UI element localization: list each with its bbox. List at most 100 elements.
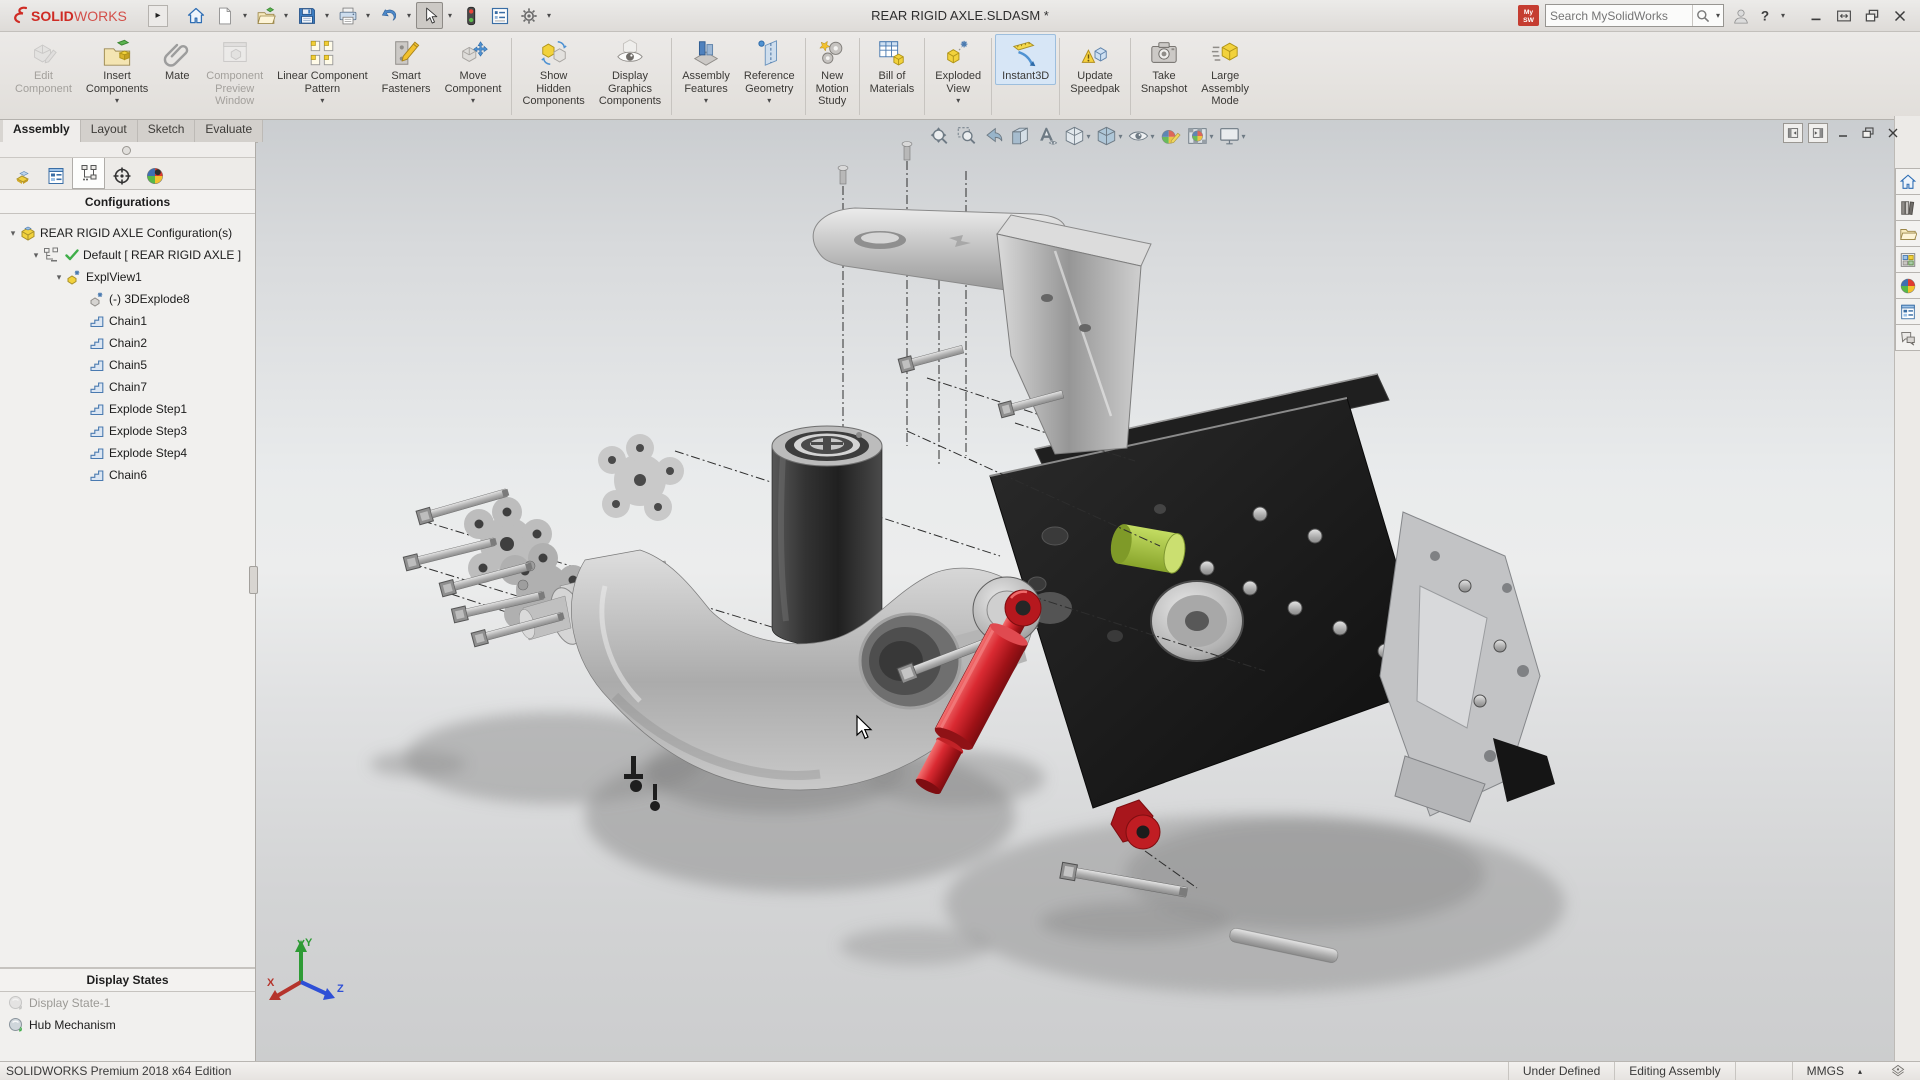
assembly-features-button-dropdown[interactable]: ▾ xyxy=(704,97,708,105)
search-dropdown[interactable]: ▾ xyxy=(1713,11,1723,20)
tree-item-rear-rigid-axle-configuration-s[interactable]: ▾REAR RIGID AXLE Configuration(s) xyxy=(0,222,255,244)
featuremanager-tab[interactable] xyxy=(6,162,39,189)
bill-of-materials-button[interactable]: Bill ofMaterials xyxy=(863,34,922,97)
dynamic-annotation-views-button[interactable] xyxy=(1036,125,1058,147)
smart-fasteners-button[interactable]: SmartFasteners xyxy=(375,34,438,97)
view-orientation-button-dropdown[interactable]: ▾ xyxy=(1086,132,1090,141)
new-motion-study-button[interactable]: NewMotionStudy xyxy=(809,34,856,110)
exploded-view-button[interactable]: ExplodedView▾ xyxy=(928,34,988,107)
forum-tab[interactable] xyxy=(1895,324,1920,351)
options-list-button[interactable] xyxy=(486,2,513,29)
reference-geometry-button[interactable]: ReferenceGeometry▾ xyxy=(737,34,802,107)
display-style-button[interactable]: ▾ xyxy=(1095,125,1122,147)
configurationmanager-tab[interactable] xyxy=(72,157,105,189)
tree-expander[interactable]: ▾ xyxy=(53,272,65,283)
linear-component-pattern-button[interactable]: Linear ComponentPattern▾ xyxy=(270,34,375,107)
insert-components-button-dropdown[interactable]: ▾ xyxy=(115,97,119,105)
panel-resize-grip[interactable] xyxy=(249,566,258,594)
reference-geometry-button-dropdown[interactable]: ▾ xyxy=(767,97,771,105)
display-style-button-dropdown[interactable]: ▾ xyxy=(1118,132,1122,141)
tree-item-chain7[interactable]: Chain7 xyxy=(0,376,255,398)
close-button[interactable] xyxy=(1888,4,1912,28)
open-dropdown[interactable]: ▾ xyxy=(281,11,291,20)
assembly-features-button[interactable]: AssemblyFeatures▾ xyxy=(675,34,737,107)
edit-appearance-button[interactable] xyxy=(1160,125,1182,147)
graphics-area[interactable]: ▾▾▾▾▾ X Y Z xyxy=(255,116,1895,1062)
select-cursor-button[interactable] xyxy=(416,2,443,29)
minimize-button[interactable] xyxy=(1804,4,1828,28)
section-view-button[interactable] xyxy=(1009,125,1031,147)
tree-item-explode-step4[interactable]: Explode Step4 xyxy=(0,442,255,464)
file-explorer-tab[interactable] xyxy=(1895,220,1920,247)
doc-restore-button[interactable] xyxy=(1858,123,1878,143)
search-button[interactable] xyxy=(1692,5,1713,26)
save-dropdown[interactable]: ▾ xyxy=(322,11,332,20)
exploded-view-button-dropdown[interactable]: ▾ xyxy=(956,97,960,105)
tree-item-default-rear-rigid-axle[interactable]: ▾Default [ REAR RIGID AXLE ] xyxy=(0,244,255,266)
new-document-dropdown[interactable]: ▾ xyxy=(240,11,250,20)
save-button[interactable] xyxy=(293,2,320,29)
model-part-aluminum-bracket[interactable] xyxy=(1380,512,1555,822)
doc-minimize-button[interactable] xyxy=(1833,123,1853,143)
tree-item-explode-step3[interactable]: Explode Step3 xyxy=(0,420,255,442)
user-button[interactable] xyxy=(1730,4,1752,28)
model-part-upper-bracket[interactable] xyxy=(813,142,1151,455)
mate-button[interactable]: Mate xyxy=(155,34,199,85)
display-state-hub-mechanism[interactable]: Hub Mechanism xyxy=(0,1014,255,1036)
print-dropdown[interactable]: ▾ xyxy=(363,11,373,20)
view-palette-tab[interactable] xyxy=(1895,246,1920,273)
previous-view-button[interactable] xyxy=(982,125,1004,147)
display-graphics-components-button[interactable]: DisplayGraphicsComponents xyxy=(592,34,668,110)
model-part-spring-cylinder[interactable] xyxy=(772,426,882,646)
tree-item-explview1[interactable]: ▾ExplView1 xyxy=(0,266,255,288)
dimxpertmanager-tab[interactable] xyxy=(105,162,138,189)
apply-scene-button-dropdown[interactable]: ▾ xyxy=(1210,132,1214,141)
new-document-button[interactable] xyxy=(211,2,238,29)
hide-show-items-button-dropdown[interactable]: ▾ xyxy=(1150,132,1154,141)
view-orientation-button[interactable]: ▾ xyxy=(1063,125,1090,147)
open-button[interactable] xyxy=(252,2,279,29)
custom-properties-tab[interactable] xyxy=(1895,298,1920,325)
view-settings-button-dropdown[interactable]: ▾ xyxy=(1242,132,1246,141)
collapse-pane-left-button[interactable] xyxy=(1783,123,1803,143)
tree-item-chain1[interactable]: Chain1 xyxy=(0,310,255,332)
move-component-button-dropdown[interactable]: ▾ xyxy=(471,97,475,105)
tree-item-chain6[interactable]: Chain6 xyxy=(0,464,255,486)
help-button[interactable]: ? xyxy=(1754,4,1776,28)
select-cursor-dropdown[interactable]: ▾ xyxy=(445,11,455,20)
doc-close-button[interactable] xyxy=(1883,123,1903,143)
tree-item-explode-step1[interactable]: Explode Step1 xyxy=(0,398,255,420)
large-assembly-mode-button[interactable]: LargeAssemblyMode xyxy=(1194,34,1256,110)
instant3d-button[interactable]: Instant3D xyxy=(995,34,1056,85)
panel-splitter[interactable] xyxy=(0,142,255,158)
move-component-button[interactable]: MoveComponent▾ xyxy=(438,34,509,107)
tree-expander[interactable]: ▾ xyxy=(7,228,19,239)
update-speedpak-button[interactable]: UpdateSpeedpak xyxy=(1063,34,1127,97)
restore-button[interactable] xyxy=(1860,4,1884,28)
tree-item-3dexplode8[interactable]: (-) 3DExplode8 xyxy=(0,288,255,310)
propertymanager-tab[interactable] xyxy=(39,162,72,189)
show-hidden-components-button[interactable]: ShowHiddenComponents xyxy=(515,34,591,110)
displaymanager-tab[interactable] xyxy=(138,162,171,189)
status-units-dropdown[interactable]: MMGS▴ xyxy=(1792,1062,1876,1080)
expand-pane-right-button[interactable] xyxy=(1808,123,1828,143)
apply-scene-button[interactable]: ▾ xyxy=(1187,125,1214,147)
tree-item-chain5[interactable]: Chain5 xyxy=(0,354,255,376)
take-snapshot-button[interactable]: TakeSnapshot xyxy=(1134,34,1194,97)
tree-item-chain2[interactable]: Chain2 xyxy=(0,332,255,354)
undo-button[interactable] xyxy=(375,2,402,29)
appearances-scenes-tab[interactable] xyxy=(1895,272,1920,299)
solidworks-resources-tab[interactable] xyxy=(1895,168,1920,195)
zoom-to-area-button[interactable] xyxy=(955,125,977,147)
print-button[interactable] xyxy=(334,2,361,29)
logo-flyout-button[interactable]: ▸ xyxy=(148,5,168,27)
design-library-tab[interactable] xyxy=(1895,194,1920,221)
zoom-to-fit-button[interactable] xyxy=(928,125,950,147)
settings-gear-button[interactable] xyxy=(515,2,542,29)
view-settings-button[interactable]: ▾ xyxy=(1219,125,1246,147)
display-state-display-state-1[interactable]: Display State-1 xyxy=(0,992,255,1014)
resize-button[interactable] xyxy=(1832,4,1856,28)
home-button[interactable] xyxy=(182,2,209,29)
rebuild-button[interactable] xyxy=(457,2,484,29)
tree-expander[interactable]: ▾ xyxy=(30,250,42,261)
